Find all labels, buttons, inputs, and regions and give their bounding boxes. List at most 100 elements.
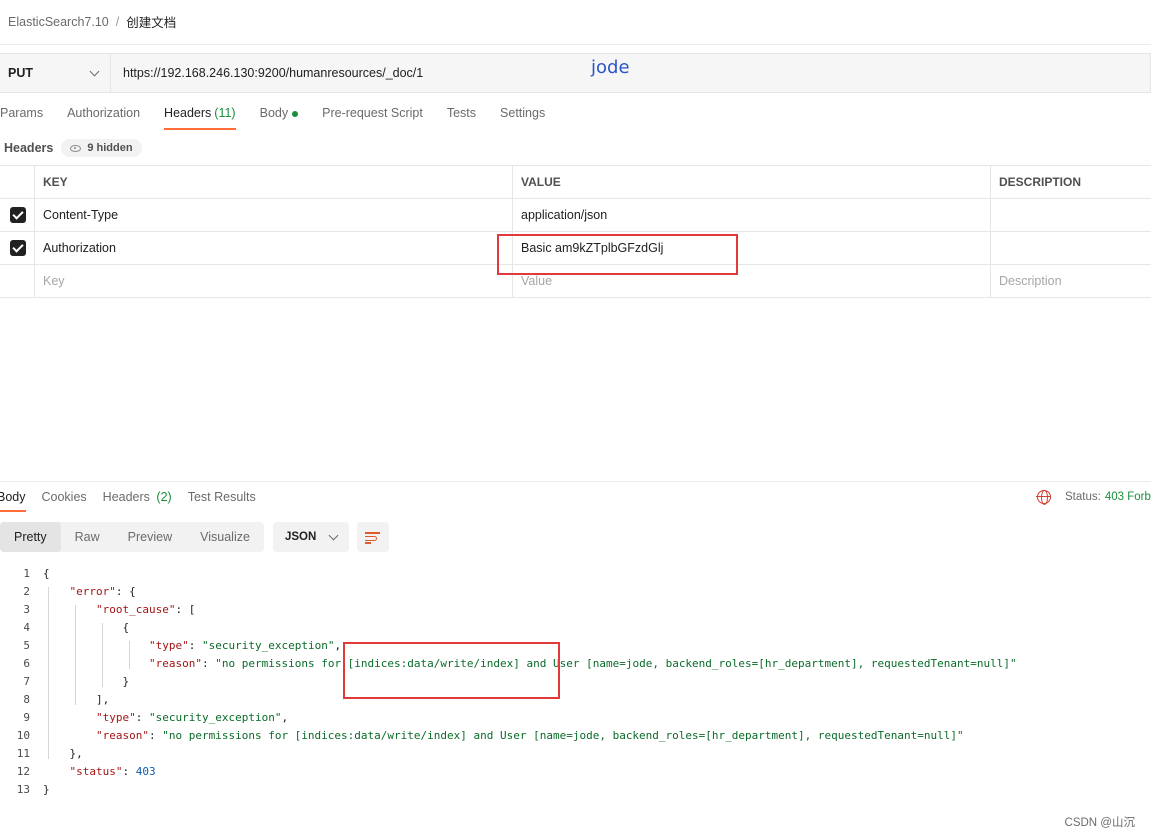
column-header-key: KEY — [34, 165, 513, 199]
wrap-icon — [364, 532, 380, 534]
table-row: Content-Type application/json — [0, 198, 1151, 232]
line-number: 2 — [23, 585, 30, 598]
modified-dot-icon — [292, 110, 299, 117]
chevron-down-icon — [328, 530, 339, 540]
tab-headers[interactable]: Headers (11) — [164, 106, 236, 130]
line-number: 13 — [16, 783, 30, 796]
line-number: 9 — [23, 711, 30, 724]
tab-test-results[interactable]: Test Results — [188, 490, 256, 512]
eye-icon — [70, 144, 82, 152]
check-column-header — [0, 165, 35, 199]
header-key-cell[interactable]: Authorization — [34, 231, 513, 265]
header-key-cell[interactable]: Content-Type — [34, 198, 513, 232]
request-bar: PUT — [0, 53, 1151, 93]
row-checkbox-cell[interactable] — [0, 231, 35, 265]
network-globe-icon[interactable] — [1036, 490, 1051, 505]
row-checkbox-cell[interactable] — [0, 198, 35, 232]
breadcrumb-collection[interactable]: ElasticSearch7.10 — [8, 15, 109, 29]
indent-guide — [75, 605, 76, 705]
code-line: 10 "reason": "no permissions for [indice… — [0, 727, 1017, 745]
code-text: ], — [96, 693, 110, 706]
hidden-count-label: 9 hidden — [87, 142, 133, 154]
code-text: "status": 403 — [69, 765, 156, 778]
line-number: 12 — [16, 765, 30, 778]
tab-tests[interactable]: Tests — [447, 106, 476, 130]
breadcrumb-separator: / — [115, 14, 120, 29]
tab-response-headers[interactable]: Headers (2) — [103, 490, 172, 512]
code-text: } — [122, 675, 130, 688]
headers-table: KEY VALUE DESCRIPTION Content-Type appli… — [0, 165, 1151, 298]
divider — [0, 44, 1151, 45]
line-number: 1 — [23, 567, 30, 580]
code-text: { — [43, 567, 50, 580]
line-number: 4 — [23, 621, 30, 634]
code-text: "root_cause": [ — [96, 603, 196, 616]
code-line: 11 }, — [0, 745, 1017, 763]
tab-response-cookies[interactable]: Cookies — [42, 490, 87, 512]
chevron-down-icon — [89, 66, 100, 76]
header-value-cell[interactable]: application/json — [512, 198, 991, 232]
url-input[interactable] — [111, 54, 1150, 92]
handwritten-annotation: jode — [591, 57, 630, 78]
code-line: 1{ — [0, 565, 1017, 583]
tab-params[interactable]: Params — [0, 106, 43, 130]
indent-guide — [48, 587, 49, 759]
tab-authorization[interactable]: Authorization — [67, 106, 140, 130]
line-number: 8 — [23, 693, 30, 706]
indent-guide — [102, 623, 103, 687]
response-status: Status: 403 Forb — [1036, 490, 1151, 505]
tab-pre-request-script[interactable]: Pre-request Script — [322, 106, 423, 130]
breadcrumb: ElasticSearch7.10 / 创建文档 — [8, 12, 176, 31]
tab-response-body[interactable]: Body — [0, 490, 26, 512]
header-description-cell[interactable] — [990, 231, 1151, 265]
hidden-headers-toggle[interactable]: 9 hidden — [61, 139, 142, 157]
watermark: CSDN @山沉 — [1064, 817, 1135, 829]
line-number: 3 — [23, 603, 30, 616]
code-text: "reason": "no permissions for [indices:d… — [96, 729, 964, 742]
view-pretty-button[interactable]: Pretty — [0, 522, 61, 552]
code-text: "type": "security_exception", — [96, 711, 289, 724]
code-text: } — [43, 783, 50, 796]
request-tabs: Params Authorization Headers (11) Body Pr… — [0, 106, 569, 130]
breadcrumb-request-name[interactable]: 创建文档 — [126, 12, 176, 31]
code-line: 4 { — [0, 619, 1017, 637]
line-number: 10 — [16, 729, 30, 742]
row-checkbox-cell — [0, 264, 35, 298]
method-select[interactable]: PUT — [0, 54, 111, 92]
headers-title: Headers — [4, 141, 54, 155]
code-line: 9 "type": "security_exception", — [0, 709, 1017, 727]
wrap-lines-button[interactable] — [356, 522, 389, 552]
response-tabs: Body Cookies Headers (2) Test Results — [0, 490, 272, 512]
format-label: JSON — [284, 531, 317, 543]
view-raw-button[interactable]: Raw — [61, 522, 114, 552]
headers-section-header: Headers 9 hidden — [4, 139, 142, 157]
highlight-box-authorization — [497, 234, 738, 275]
table-header-row: KEY VALUE DESCRIPTION — [0, 165, 1151, 199]
checkbox-checked[interactable] — [10, 240, 26, 256]
code-line: 13} — [0, 781, 1017, 799]
view-preview-button[interactable]: Preview — [114, 522, 186, 552]
view-visualize-button[interactable]: Visualize — [186, 522, 264, 552]
response-view-bar: Pretty Raw Preview Visualize JSON — [0, 522, 389, 552]
code-text: { — [122, 621, 130, 634]
format-select[interactable]: JSON — [272, 522, 349, 552]
line-number: 7 — [23, 675, 30, 688]
highlight-box-permission — [343, 642, 560, 699]
line-number: 5 — [23, 639, 30, 652]
response-headers-count: (2) — [156, 490, 172, 504]
tab-body[interactable]: Body — [260, 106, 299, 130]
new-key-input[interactable]: Key — [34, 264, 513, 298]
code-text: "type": "security_exception", — [149, 639, 342, 652]
method-label: PUT — [8, 66, 33, 80]
checkbox-checked[interactable] — [10, 207, 26, 223]
view-mode-group: Pretty Raw Preview Visualize — [0, 522, 264, 552]
tab-settings[interactable]: Settings — [500, 106, 545, 130]
line-number: 11 — [16, 747, 30, 760]
new-description-input[interactable]: Description — [990, 264, 1151, 298]
header-description-cell[interactable] — [990, 198, 1151, 232]
status-label: Status: — [1065, 491, 1101, 503]
indent-guide — [129, 641, 130, 669]
code-line: 12 "status": 403 — [0, 763, 1017, 781]
code-text: "error": { — [69, 585, 136, 598]
status-code[interactable]: 403 Forb — [1105, 491, 1151, 503]
